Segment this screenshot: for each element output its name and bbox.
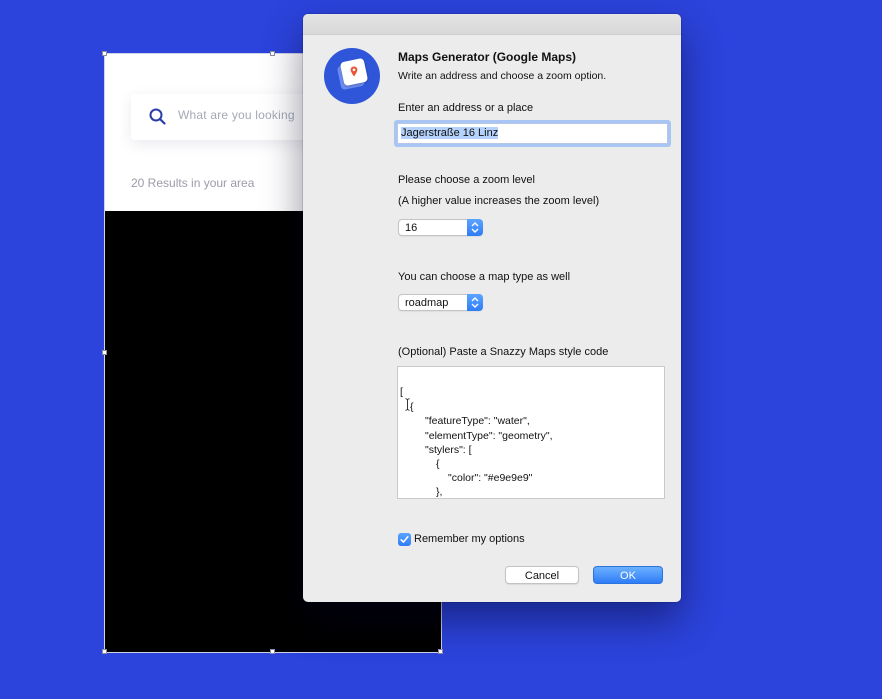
map-type-select-value: roadmap [405, 297, 449, 309]
address-label: Enter an address or a place [398, 102, 534, 114]
code-line: }, [436, 486, 443, 498]
cancel-button[interactable]: Cancel [505, 566, 579, 584]
text-cursor-icon [405, 398, 410, 411]
resize-handle-bottom-left[interactable] [102, 649, 107, 654]
remember-options-label[interactable]: Remember my options [414, 533, 525, 545]
style-code-label: (Optional) Paste a Snazzy Maps style cod… [398, 346, 609, 358]
checkmark-icon [400, 536, 409, 543]
code-line: "stylers": [ [425, 444, 472, 456]
dialog-titlebar[interactable] [303, 14, 681, 35]
style-code-textarea[interactable]: [ { "featureType": "water", "elementType… [397, 366, 665, 499]
search-placeholder: What are you looking [178, 108, 295, 122]
code-line: "color": "#e9e9e9" [448, 472, 533, 484]
resize-handle-bottom-right[interactable] [438, 649, 443, 654]
code-line: "elementType": "geometry", [425, 430, 553, 442]
zoom-stepper[interactable] [467, 219, 483, 236]
map-type-select[interactable]: roadmap [398, 294, 483, 311]
maps-generator-dialog: Maps Generator (Google Maps) Write an ad… [303, 14, 681, 602]
code-line: [ [400, 386, 403, 398]
results-count: 20 Results in your area [131, 176, 255, 190]
resize-handle-bottom-center[interactable] [270, 649, 275, 654]
dialog-subtitle: Write an address and choose a zoom optio… [398, 70, 607, 82]
search-icon [149, 108, 166, 125]
map-type-label: You can choose a map type as well [398, 271, 571, 283]
address-input[interactable]: Jagerstraße 16 Linz [397, 123, 668, 144]
code-line: { [436, 458, 440, 470]
up-down-arrows-icon [471, 297, 479, 308]
ok-button[interactable]: OK [593, 566, 663, 584]
resize-handle-middle-left[interactable] [102, 350, 107, 355]
remember-options-checkbox[interactable] [398, 533, 411, 546]
app-icon [324, 48, 380, 104]
resize-handle-top-left[interactable] [102, 51, 107, 56]
dialog-title: Maps Generator (Google Maps) [398, 50, 577, 64]
code-line: "featureType": "water", [425, 415, 530, 427]
map-pin-icon [350, 66, 358, 77]
zoom-select[interactable]: 16 [398, 219, 483, 236]
zoom-select-value: 16 [405, 222, 418, 234]
zoom-hint: (A higher value increases the zoom level… [398, 195, 600, 207]
zoom-label: Please choose a zoom level [398, 174, 535, 186]
address-input-value: Jagerstraße 16 Linz [401, 127, 499, 139]
up-down-arrows-icon [471, 222, 479, 233]
code-line: { [410, 401, 414, 413]
resize-handle-top-center[interactable] [270, 51, 275, 56]
map-type-stepper[interactable] [467, 294, 483, 311]
